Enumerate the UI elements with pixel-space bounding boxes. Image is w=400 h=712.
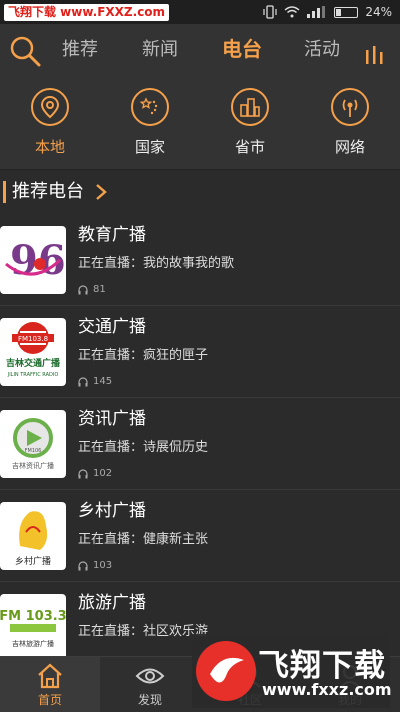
station-name: 交通广播 xyxy=(78,317,146,337)
station-logo: 96 xyxy=(0,226,66,294)
station-row[interactable]: 96 教育广播 正在直播：我的故事我的歌 81 xyxy=(0,214,400,306)
station-logo: FM103.8 吉林交通广播 JILIN TRAFFIC RADIO xyxy=(0,318,66,386)
signal-icon xyxy=(307,6,326,18)
listener-count-value: 103 xyxy=(93,560,113,571)
search-icon[interactable] xyxy=(8,34,42,68)
broadcast-icon xyxy=(331,88,369,126)
category-label: 网络 xyxy=(334,138,365,156)
logo-badge: FM 103.3 xyxy=(0,609,66,624)
headphones-icon xyxy=(78,377,88,387)
station-logo: 乡村广播 xyxy=(0,502,66,570)
station-live: 正在直播：诗展侃历史 xyxy=(78,440,209,455)
station-live: 正在直播：疯狂的匣子 xyxy=(78,348,209,363)
listener-count: 102 xyxy=(78,467,112,481)
logo-subtext: JILIN TRAFFIC RADIO xyxy=(7,372,59,378)
location-icon xyxy=(31,88,69,126)
battery-percent: 24% xyxy=(365,5,392,19)
headphones-icon xyxy=(78,469,88,479)
logo-text: 吉林资讯广播 xyxy=(12,461,54,470)
station-live: 正在直播：社区欢乐游 xyxy=(78,624,209,639)
listener-count: 145 xyxy=(78,375,112,389)
headphones-icon xyxy=(78,561,88,571)
section-title: 推荐电台 xyxy=(12,181,84,202)
category-row: 本地 国家 省市 网络 xyxy=(0,78,400,170)
logo-text: 吉林旅游广播 xyxy=(12,639,54,648)
stars-icon xyxy=(131,88,169,126)
station-live: 正在直播：健康新主张 xyxy=(78,532,209,547)
logo-text: 吉林交通广播 xyxy=(6,357,61,369)
status-bar: 飞翔下载 www.FXXZ.com 24% xyxy=(0,0,400,24)
wifi-icon xyxy=(284,6,300,18)
bottom-nav-label: 发现 xyxy=(137,693,162,707)
eye-icon xyxy=(135,668,165,684)
station-name: 教育广播 xyxy=(78,225,146,245)
tab-recommend[interactable]: 推荐 xyxy=(62,38,98,62)
tab-radio[interactable]: 电台 xyxy=(222,37,262,61)
listener-count: 103 xyxy=(78,559,112,573)
watermark-banner: 飞翔下载 www.FXXZ.com xyxy=(4,4,170,21)
menu-bars-icon[interactable] xyxy=(364,44,386,64)
logo-text: 乡村广播 xyxy=(15,555,51,567)
station-logo: FM 103.3 吉林旅游广播 xyxy=(0,594,66,662)
station-row[interactable]: 乡村广播 乡村广播 正在直播：健康新主张 103 xyxy=(0,490,400,582)
station-row[interactable]: FM106 吉林资讯广播 资讯广播 正在直播：诗展侃历史 102 xyxy=(0,398,400,490)
vibrate-icon xyxy=(263,5,277,19)
station-live: 正在直播：我的故事我的歌 xyxy=(78,256,235,271)
category-local[interactable]: 本地 xyxy=(15,88,85,157)
logo-badge: FM106 xyxy=(25,448,42,454)
station-logo: FM106 吉林资讯广播 xyxy=(0,410,66,478)
building-icon xyxy=(231,88,269,126)
bottom-nav-home[interactable]: 首页 xyxy=(0,657,100,712)
watermark-main-text: 飞翔下载 xyxy=(258,648,386,684)
category-label: 本地 xyxy=(34,138,65,156)
bottom-nav-label: 首页 xyxy=(37,693,62,707)
station-row[interactable]: FM103.8 吉林交通广播 JILIN TRAFFIC RADIO 交通广播 … xyxy=(0,306,400,398)
category-label: 省市 xyxy=(234,138,265,156)
category-label: 国家 xyxy=(134,138,165,156)
logo-badge: FM103.8 xyxy=(18,335,48,343)
battery-icon xyxy=(334,6,359,18)
category-national[interactable]: 国家 xyxy=(115,88,185,157)
station-name: 乡村广播 xyxy=(78,501,146,521)
watermark-url: www.fxxz.com xyxy=(262,680,392,699)
station-name: 资讯广播 xyxy=(78,409,146,429)
headphones-icon xyxy=(78,285,88,295)
category-province[interactable]: 省市 xyxy=(215,88,285,157)
listener-count: 81 xyxy=(78,283,106,297)
section-accent-bar xyxy=(3,181,6,203)
section-header[interactable]: 推荐电台 xyxy=(0,172,400,212)
category-network[interactable]: 网络 xyxy=(315,88,385,157)
top-nav: 推荐 新闻 电台 活动 xyxy=(0,24,400,78)
tab-news[interactable]: 新闻 xyxy=(142,38,178,62)
listener-count-value: 145 xyxy=(93,376,113,387)
listener-count-value: 102 xyxy=(93,468,113,479)
listener-count-value: 81 xyxy=(93,284,106,295)
status-icons: 24% xyxy=(263,3,392,21)
tab-events[interactable]: 活动 xyxy=(304,38,340,62)
chevron-right-icon xyxy=(96,184,107,200)
bottom-nav-discover[interactable]: 发现 xyxy=(100,657,200,712)
station-name: 旅游广播 xyxy=(78,593,146,613)
home-icon xyxy=(38,663,62,689)
